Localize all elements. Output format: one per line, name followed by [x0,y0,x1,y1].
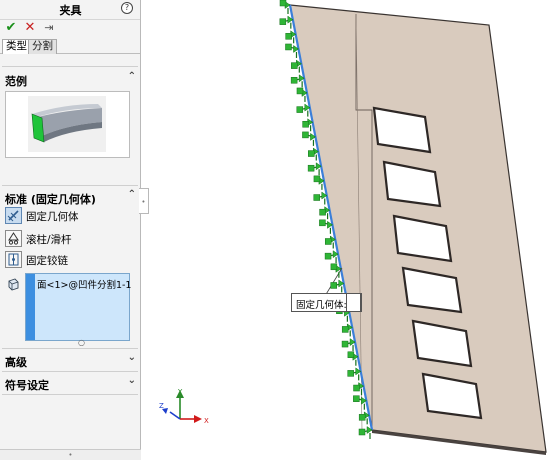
resize-grip-icon[interactable]: ○ [78,338,85,347]
fixture-arrow-icon [313,191,328,205]
example-image [6,92,129,157]
chevron-down-icon[interactable]: ⌄ [128,352,136,363]
fixture-arrow-icon [279,15,294,29]
section-symbol-label: 符号设定 [5,379,49,392]
section-example-label: 范例 [5,75,27,88]
fixture-arrow-icon [319,219,333,234]
ok-button[interactable]: ✔ [4,21,18,35]
cancel-button[interactable]: ✕ [23,21,37,35]
fixture-arrow-icon [341,338,356,352]
example-preview [5,91,130,158]
divider [2,185,138,186]
fixture-arrow-icon [279,0,291,14]
triad-y-label: Y [177,388,183,396]
fixture-arrow-icon [290,74,305,88]
fixture-arrow-icon [330,279,345,293]
divider [2,394,138,395]
fixture-arrow-icon [341,323,353,337]
fixture-arrow-icon [324,235,336,249]
graphics-area[interactable]: Y X Z [141,0,554,460]
roller-slider-icon [5,230,22,247]
selection-list[interactable]: 面<1>@凹件分割1-1 [25,273,131,341]
option-roller-slider[interactable]: 滚柱/滑杆 [5,230,135,248]
pushpin-icon[interactable]: ⇥ [42,21,56,35]
panel-header: 夹具 ? [0,0,140,20]
action-bar: ✔ ✕ ⇥ [0,20,140,38]
callout-value-box[interactable] [346,293,361,312]
fixture-arrow-icon [302,131,316,146]
option-fixed-geometry[interactable]: 固定几何体 [5,207,135,225]
divider [2,348,138,349]
option-fixed-hinge-label: 固定铰链 [26,255,68,267]
tab-bar: 类型 分割 [0,38,140,54]
selected-face-item[interactable]: 面<1>@凹件分割1-1 [37,277,131,291]
triad-z-label: Z [159,402,164,410]
chevron-up-icon[interactable]: ⌃ [128,189,136,200]
fixture-arrow-icon [353,395,367,410]
option-roller-slider-label: 滚柱/滑杆 [26,234,72,246]
tab-type[interactable]: 类型 [2,39,31,54]
section-standard-label: 标准 (固定几何体) [5,193,96,206]
fixture-arrow-icon [302,118,314,132]
selection-list-bar [26,274,35,340]
callout-label: 固定几何体: [296,300,347,311]
section-advanced-header[interactable]: 高级 ⌄ [0,352,141,370]
fixture-arrow-icon [358,426,373,439]
tab-split[interactable]: 分割 [28,39,57,54]
fixture-arrow-icon [307,162,322,176]
section-standard-header[interactable]: 标准 (固定几何体) ⌃ [0,189,141,207]
option-fixed-geometry-label: 固定几何体 [26,211,79,223]
fixture-arrow-icon [324,250,339,264]
divider [2,371,138,372]
section-symbol-header[interactable]: 符号设定 ⌄ [0,375,141,393]
coordinate-triad: Y X Z [159,388,209,425]
panel-bottom-grip[interactable]: • [0,449,141,460]
fixed-geometry-icon [5,207,22,224]
fixture-arrow-icon [358,411,370,425]
fixture-arrow-icon [296,103,311,117]
fixture-arrow-icon [285,43,299,58]
fixture-callout[interactable]: 固定几何体: [291,293,362,312]
section-advanced-label: 高级 [5,356,27,369]
fixture-arrow-icon [347,367,362,381]
option-fixed-hinge[interactable]: 固定铰链 [5,251,135,269]
help-icon[interactable]: ? [121,2,133,14]
divider [2,66,138,67]
fixed-hinge-icon [5,251,22,268]
fixture-arrow-icon [308,147,319,161]
fixture-arrow-icon [319,206,331,220]
panel-title: 夹具 [59,4,82,17]
fixture-arrow-icon [353,382,364,396]
fixture-arrow-icon [291,59,302,73]
fixture-arrow-icon [285,30,297,44]
chevron-up-icon[interactable]: ⌃ [128,71,136,82]
section-example-header[interactable]: 范例 ⌃ [0,71,141,89]
triad-x-label: X [204,417,209,425]
model-view[interactable]: Y X Z [141,0,554,460]
face-selection-icon [6,277,20,291]
chevron-down-icon[interactable]: ⌄ [128,375,136,386]
property-manager-panel: 夹具 ? ✔ ✕ ⇥ 类型 分割 范例 ⌃ 标准 (固定几何体) ⌃ 固定几何体… [0,0,141,460]
